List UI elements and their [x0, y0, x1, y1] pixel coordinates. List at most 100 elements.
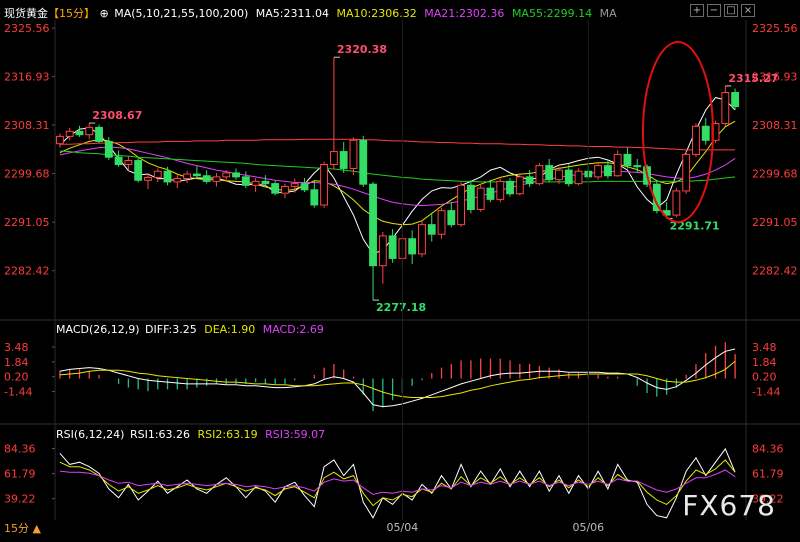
rsi-tick-left: 84.36 [4, 442, 36, 455]
add-indicator-icon[interactable]: ⊕ [100, 7, 109, 20]
macd-line-diff [59, 348, 736, 408]
rsi-tick-right: 61.79 [752, 468, 784, 481]
rsi-line-rsi1 [59, 447, 736, 519]
candle-body [95, 126, 103, 142]
macd-macd-value: MACD:2.69 [262, 323, 324, 336]
price-tick-right: 2325.56 [752, 22, 798, 35]
price-annotation: 2320.38 [337, 43, 387, 56]
macd-tick-right: 3.48 [752, 341, 777, 354]
candle-body [701, 125, 710, 141]
rsi-tick-right: 84.36 [752, 442, 784, 455]
watermark-logo: FX678 [682, 489, 776, 522]
candle-body [506, 180, 514, 195]
candle-body [144, 176, 152, 181]
chart-header: 现货黄金【15分】 ⊕ MA(5,10,21,55,100,200) MA5:2… [4, 5, 617, 21]
price-annotation: 2277.18 [376, 301, 426, 314]
candle-body [555, 169, 563, 181]
instrument-name: 现货黄金 [4, 7, 48, 20]
candle-body [281, 185, 289, 194]
ma-more: MA [599, 7, 617, 20]
ma5-value: MA5:2311.04 [255, 7, 329, 20]
price-tick-right: 2291.05 [752, 216, 798, 229]
price-annotation: 2315.27 [728, 72, 778, 85]
chart-stage: 2325.56 2325.56 2316.93 2316.93 2308.31 2308.… [0, 0, 800, 538]
candle-body [447, 210, 456, 226]
macd-tick-left: 1.84 [4, 356, 29, 369]
rsi-tick-left: 61.79 [4, 468, 36, 481]
minus-button[interactable]: − [707, 4, 721, 17]
candle-body [427, 224, 436, 235]
candle-body [349, 139, 358, 169]
candle-body [476, 187, 485, 210]
candle-body [271, 183, 280, 194]
candle-body [183, 173, 192, 180]
candle-body [692, 125, 700, 155]
ma10-value: MA10:2306.32 [336, 7, 417, 20]
price-tick-left: 2291.05 [4, 216, 50, 229]
date-tick: 05/04 [387, 521, 419, 534]
candle-body [300, 183, 309, 191]
macd-tick-left: -1.44 [4, 386, 32, 399]
price-tick-left: 2325.56 [4, 22, 50, 35]
candle-body [75, 130, 84, 136]
macd-tick-left: 0.20 [4, 371, 29, 384]
rsi2-value: RSI2:63.19 [197, 428, 258, 441]
candle-body [594, 165, 603, 178]
rsi3-value: RSI3:59.07 [265, 428, 326, 441]
candle-body [202, 175, 211, 182]
rsi-line-rsi3 [59, 469, 736, 495]
date-tick: 05/06 [572, 521, 604, 534]
candle-body [486, 187, 495, 200]
candle-body [163, 170, 172, 183]
price-annotation: 2308.67 [92, 109, 142, 122]
macd-label[interactable]: MACD(26,12,9) [56, 323, 140, 336]
candle-body [466, 184, 475, 210]
candle-body [535, 165, 544, 185]
candle-body [310, 189, 319, 206]
candle-body [369, 183, 377, 267]
candle-body [525, 176, 534, 185]
candle-body [633, 165, 642, 168]
macd-tick-right: 0.20 [752, 371, 777, 384]
rsi1-value: RSI1:63.26 [129, 428, 191, 441]
candle-body [721, 92, 730, 124]
ma-label[interactable]: MA(5,10,21,55,100,200) [114, 7, 248, 20]
macd-tick-right: -1.44 [752, 386, 780, 399]
interval-footer[interactable]: 15分 ▲ [4, 520, 41, 536]
ma55-value: MA55:2299.14 [511, 7, 593, 20]
price-tick-left: 2299.68 [4, 168, 50, 181]
candle-body [212, 176, 221, 182]
candle-body [731, 92, 740, 108]
close-button[interactable]: × [741, 4, 755, 17]
candle-body [682, 153, 691, 192]
candle-body [613, 153, 622, 177]
rsi-tick-left: 39.22 [4, 493, 36, 506]
candle-body [261, 180, 270, 185]
macd-diff-value: DIFF:3.25 [145, 323, 197, 336]
price-tick-right: 2299.68 [752, 168, 798, 181]
macd-dea-value: DEA:1.90 [204, 323, 256, 336]
candle-body [134, 160, 143, 181]
rsi-label[interactable]: RSI(6,12,24) [56, 428, 124, 441]
candle-body [85, 126, 94, 136]
add-button[interactable]: + [690, 4, 704, 17]
candle-body [192, 173, 201, 177]
candle-body [388, 235, 397, 259]
price-tick-left: 2308.31 [4, 119, 50, 132]
price-tick-right: 2308.31 [752, 119, 798, 132]
ma21-value: MA21:2302.36 [424, 7, 505, 20]
candle-body [359, 139, 368, 185]
macd-header: MACD(26,12,9) DIFF:3.25 DEA:1.90 MACD:2.… [56, 323, 324, 336]
maximize-button[interactable]: □ [724, 4, 738, 17]
rsi-header: RSI(6,12,24) RSI1:63.26 RSI2:63.19 RSI3:… [56, 428, 325, 441]
interval-label[interactable]: 【15分】 [48, 7, 95, 20]
ma-line-ma100 [59, 138, 736, 151]
macd-tick-left: 3.48 [4, 341, 29, 354]
macd-tick-right: 1.84 [752, 356, 777, 369]
candle-body [241, 176, 250, 186]
candle-body [222, 172, 231, 178]
candle-body [124, 160, 133, 166]
candle-body [515, 176, 524, 195]
candle-body [437, 210, 446, 235]
candle-body [153, 170, 162, 178]
